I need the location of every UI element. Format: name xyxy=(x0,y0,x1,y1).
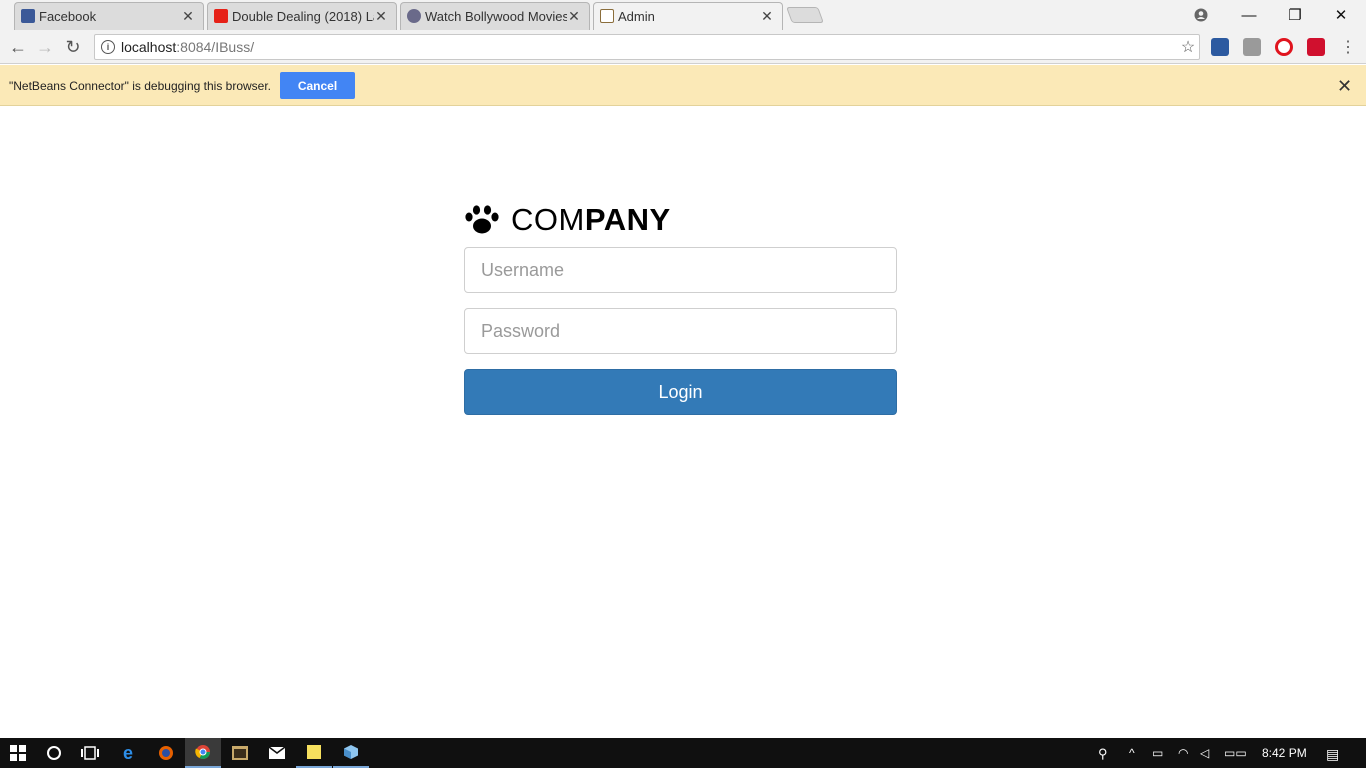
firefox-icon[interactable] xyxy=(148,738,184,768)
close-tab-icon[interactable]: ✕ xyxy=(760,8,774,25)
clock-time[interactable]: 8:42 PM xyxy=(1262,746,1307,760)
menu-icon[interactable]: ⋮ xyxy=(1336,35,1360,59)
keyboard-icon[interactable]: ▭▭ xyxy=(1224,746,1247,760)
close-icon[interactable]: ✕ xyxy=(1337,76,1352,97)
mail-icon[interactable] xyxy=(259,738,295,768)
tab-strip: Facebook ✕ Double Dealing (2018) La ✕ Wa… xyxy=(0,0,1366,30)
paw-icon xyxy=(465,205,499,234)
password-input[interactable] xyxy=(464,308,897,354)
infobar-message: "NetBeans Connector" is debugging this b… xyxy=(9,79,272,93)
minimize-button[interactable]: — xyxy=(1226,0,1272,30)
taskbar: e ⚲ ^ ▭ ◠ ◁ ▭▭ 8:42 PM ▤ xyxy=(0,738,1366,768)
close-tab-icon[interactable]: ✕ xyxy=(374,8,388,25)
page-image-icon xyxy=(600,9,614,23)
close-tab-icon[interactable]: ✕ xyxy=(181,8,195,25)
search-icon[interactable] xyxy=(36,738,72,768)
new-tab-button[interactable] xyxy=(786,7,824,23)
extension-puzzle-icon[interactable] xyxy=(1243,38,1261,56)
back-icon[interactable]: ← xyxy=(6,35,30,59)
login-button[interactable]: Login xyxy=(464,369,897,415)
username-input[interactable] xyxy=(464,247,897,293)
browser-toolbar: ← → ↻ i localhost:8084/IBuss/ ☆ ⋮ xyxy=(0,30,1366,64)
people-icon[interactable]: ⚲ xyxy=(1098,746,1108,762)
tab-double-dealing[interactable]: Double Dealing (2018) La ✕ xyxy=(207,2,397,30)
url-text[interactable]: localhost:8084/IBuss/ xyxy=(121,39,1177,55)
tab-title: Admin xyxy=(618,9,655,24)
film-reel-icon xyxy=(407,9,421,23)
task-view-icon[interactable] xyxy=(72,738,108,768)
bookmark-star-icon[interactable]: ☆ xyxy=(1177,37,1199,57)
wifi-icon[interactable]: ◠ xyxy=(1178,746,1188,760)
volume-icon[interactable]: ◁ xyxy=(1200,746,1209,760)
info-icon[interactable]: i xyxy=(101,40,115,54)
facebook-icon xyxy=(21,9,35,23)
tab-admin[interactable]: Admin ✕ xyxy=(593,2,783,30)
app-window-icon[interactable] xyxy=(222,738,258,768)
close-window-button[interactable]: ✕ xyxy=(1318,0,1364,30)
reload-icon[interactable]: ↻ xyxy=(61,35,85,59)
tab-title: Facebook xyxy=(39,9,97,24)
debugging-infobar: "NetBeans Connector" is debugging this b… xyxy=(0,65,1366,106)
windows-start-icon[interactable] xyxy=(0,738,36,768)
tab-watch-bollywood[interactable]: Watch Bollywood Movies ✕ xyxy=(400,2,590,30)
tab-facebook[interactable]: Facebook ✕ xyxy=(14,2,204,30)
extension-cube-icon[interactable] xyxy=(1211,38,1229,56)
opera-icon[interactable] xyxy=(1275,38,1293,56)
chevron-up-icon[interactable]: ^ xyxy=(1129,746,1135,760)
brand-name: COMPANY xyxy=(511,202,671,237)
close-tab-icon[interactable]: ✕ xyxy=(567,8,581,25)
address-bar[interactable]: i localhost:8084/IBuss/ ☆ xyxy=(94,34,1200,60)
forward-icon[interactable]: → xyxy=(33,35,57,59)
chrome-icon[interactable] xyxy=(185,738,221,768)
extension-forward-icon[interactable] xyxy=(1307,38,1325,56)
tab-title: Double Dealing (2018) La xyxy=(232,9,374,24)
restore-button[interactable]: ❐ xyxy=(1272,0,1318,30)
battery-icon[interactable]: ▭ xyxy=(1152,746,1163,760)
tab-title: Watch Bollywood Movies xyxy=(425,9,567,24)
brand-logo: COMPANY xyxy=(464,200,671,240)
edge-icon[interactable]: e xyxy=(110,738,146,768)
notifications-icon[interactable]: ▤ xyxy=(1326,746,1339,763)
cancel-button[interactable]: Cancel xyxy=(280,72,355,99)
box-app-icon[interactable] xyxy=(333,738,369,768)
profile-icon[interactable] xyxy=(1178,0,1224,30)
youtube-icon xyxy=(214,9,228,23)
sticky-notes-icon[interactable] xyxy=(296,738,332,768)
